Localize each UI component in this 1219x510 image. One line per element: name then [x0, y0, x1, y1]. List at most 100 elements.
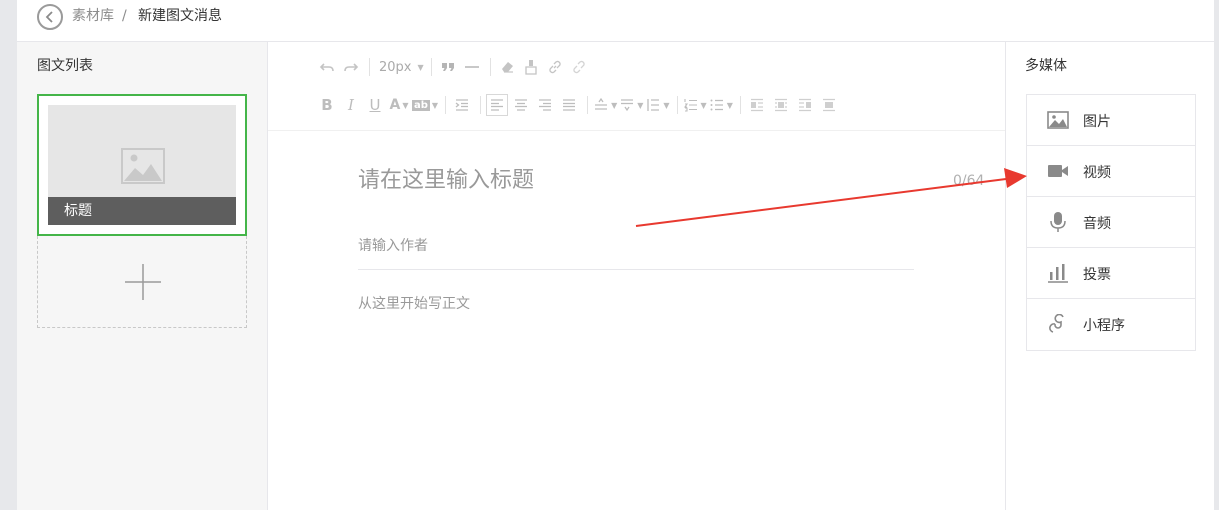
insert-mini-program-button[interactable]: 小程序: [1027, 299, 1195, 350]
caret-down-icon: ▼: [402, 100, 409, 110]
spacing-bottom-icon: [621, 99, 634, 112]
toolbar-divider: [587, 96, 589, 114]
caret-down-icon: ▼: [726, 100, 733, 110]
caret-down-icon: ▼: [663, 100, 670, 110]
redo-icon: [344, 63, 359, 72]
remove-link-button[interactable]: [568, 56, 590, 78]
indent-icon: [455, 99, 469, 111]
plus-icon: [125, 264, 161, 300]
underline-button[interactable]: U: [364, 94, 386, 116]
toolbar-divider: [489, 58, 491, 76]
article-card-selected[interactable]: 标题: [37, 94, 247, 236]
app-window: 素材库 / 新建图文消息 图文列表 标题 20px ▼ B I U A ▼ ab…: [17, 0, 1214, 510]
caret-down-icon: ▼: [417, 62, 424, 72]
undo-icon: [319, 63, 334, 72]
float-left-icon: [750, 98, 763, 112]
caret-down-icon: ▼: [637, 100, 644, 110]
media-item-label: 图片: [1083, 114, 1111, 130]
unlink-icon: [573, 60, 585, 74]
line-height-icon: [647, 99, 660, 111]
align-center-button[interactable]: [510, 94, 532, 116]
caret-down-icon: ▼: [611, 100, 618, 110]
image-float-right-button[interactable]: [794, 94, 816, 116]
link-icon: [549, 60, 561, 74]
media-item-label: 音频: [1083, 216, 1111, 232]
article-list-title: 图文列表: [37, 58, 93, 74]
image-center-button[interactable]: [818, 94, 840, 116]
paragraph-spacing-bottom-button[interactable]: ▼: [619, 94, 643, 116]
toolbar-divider: [739, 96, 741, 114]
mini-program-icon: [1049, 314, 1064, 333]
align-right-icon: [539, 99, 552, 111]
image-float-left-button[interactable]: [746, 94, 768, 116]
font-color-button[interactable]: A ▼: [388, 94, 410, 116]
insert-audio-button[interactable]: 音频: [1027, 197, 1195, 248]
media-item-label: 小程序: [1083, 318, 1125, 334]
indent-button[interactable]: [451, 94, 473, 116]
undo-button[interactable]: [316, 56, 338, 78]
align-left-button[interactable]: [486, 94, 509, 116]
author-input[interactable]: [358, 222, 914, 270]
insert-vote-button[interactable]: 投票: [1027, 248, 1195, 299]
media-item-label: 投票: [1083, 267, 1111, 283]
insert-link-button[interactable]: [544, 56, 566, 78]
toolbar-row-2: B I U A ▼ ab ▼ ▼ ▼ ▼ ▼ ▼: [316, 93, 842, 117]
multimedia-list: 图片 视频 音频 投票 小程序: [1026, 94, 1196, 351]
format-painter-button[interactable]: [520, 56, 542, 78]
unordered-list-icon: [710, 99, 723, 111]
video-icon: [1048, 165, 1068, 177]
caret-down-icon: ▼: [700, 100, 707, 110]
redo-button[interactable]: [340, 56, 362, 78]
breadcrumb-separator: /: [122, 8, 127, 24]
title-input[interactable]: [358, 160, 918, 200]
float-none-icon: [774, 98, 787, 112]
chevron-left-icon: [45, 11, 53, 23]
insert-image-button[interactable]: 图片: [1027, 95, 1195, 146]
font-size-value: 20px: [379, 59, 412, 75]
insert-video-button[interactable]: 视频: [1027, 146, 1195, 197]
toolbar-row-1: 20px ▼: [316, 55, 592, 79]
body-editor[interactable]: 从这里开始写正文: [358, 293, 470, 313]
align-right-button[interactable]: [534, 94, 556, 116]
multimedia-panel: 多媒体 图片 视频 音频 投票 小程序: [1005, 42, 1214, 510]
blockquote-button[interactable]: [437, 56, 459, 78]
image-placeholder-icon: [121, 148, 165, 184]
toolbar-divider: [480, 96, 482, 114]
microphone-icon: [1050, 212, 1066, 232]
align-justify-button[interactable]: [558, 94, 580, 116]
back-button[interactable]: [37, 4, 63, 30]
eraser-icon: [501, 62, 513, 73]
horizontal-rule-button[interactable]: [461, 56, 483, 78]
article-cover: 标题: [48, 105, 236, 225]
bold-button[interactable]: B: [316, 94, 338, 116]
toolbar-divider: [445, 96, 447, 114]
vote-icon: [1048, 264, 1068, 283]
line-height-button[interactable]: ▼: [645, 94, 670, 116]
font-size-select[interactable]: 20px ▼: [375, 56, 424, 78]
toolbar-divider: [676, 96, 678, 114]
caret-down-icon: ▼: [431, 100, 439, 110]
ordered-list-button[interactable]: ▼: [683, 94, 707, 116]
breadcrumb-current: 新建图文消息: [138, 8, 222, 24]
article-cover-title: 标题: [48, 197, 236, 225]
toolbar-divider: [430, 58, 432, 76]
italic-button[interactable]: I: [340, 94, 362, 116]
breadcrumb-material-library[interactable]: 素材库: [72, 7, 114, 25]
brush-icon: [525, 60, 537, 75]
editor-panel: 20px ▼ B I U A ▼ ab ▼ ▼ ▼ ▼ ▼ ▼ 请在这里输入标题…: [268, 42, 1005, 510]
image-icon: [1047, 111, 1069, 129]
align-left-icon: [491, 99, 504, 111]
media-item-label: 视频: [1083, 165, 1111, 181]
add-article-button[interactable]: [37, 236, 247, 328]
title-char-count: 0/64: [953, 173, 985, 189]
paragraph-spacing-top-button[interactable]: ▼: [593, 94, 617, 116]
background-color-button[interactable]: ab ▼: [412, 94, 438, 116]
unordered-list-button[interactable]: ▼: [709, 94, 733, 116]
spacing-top-icon: [595, 97, 608, 110]
image-center-icon: [822, 98, 835, 112]
toolbar-divider: [369, 58, 370, 76]
background-color-icon: ab: [412, 99, 430, 111]
image-float-none-button[interactable]: [770, 94, 792, 116]
align-justify-icon: [563, 99, 576, 111]
eraser-button[interactable]: [496, 56, 518, 78]
